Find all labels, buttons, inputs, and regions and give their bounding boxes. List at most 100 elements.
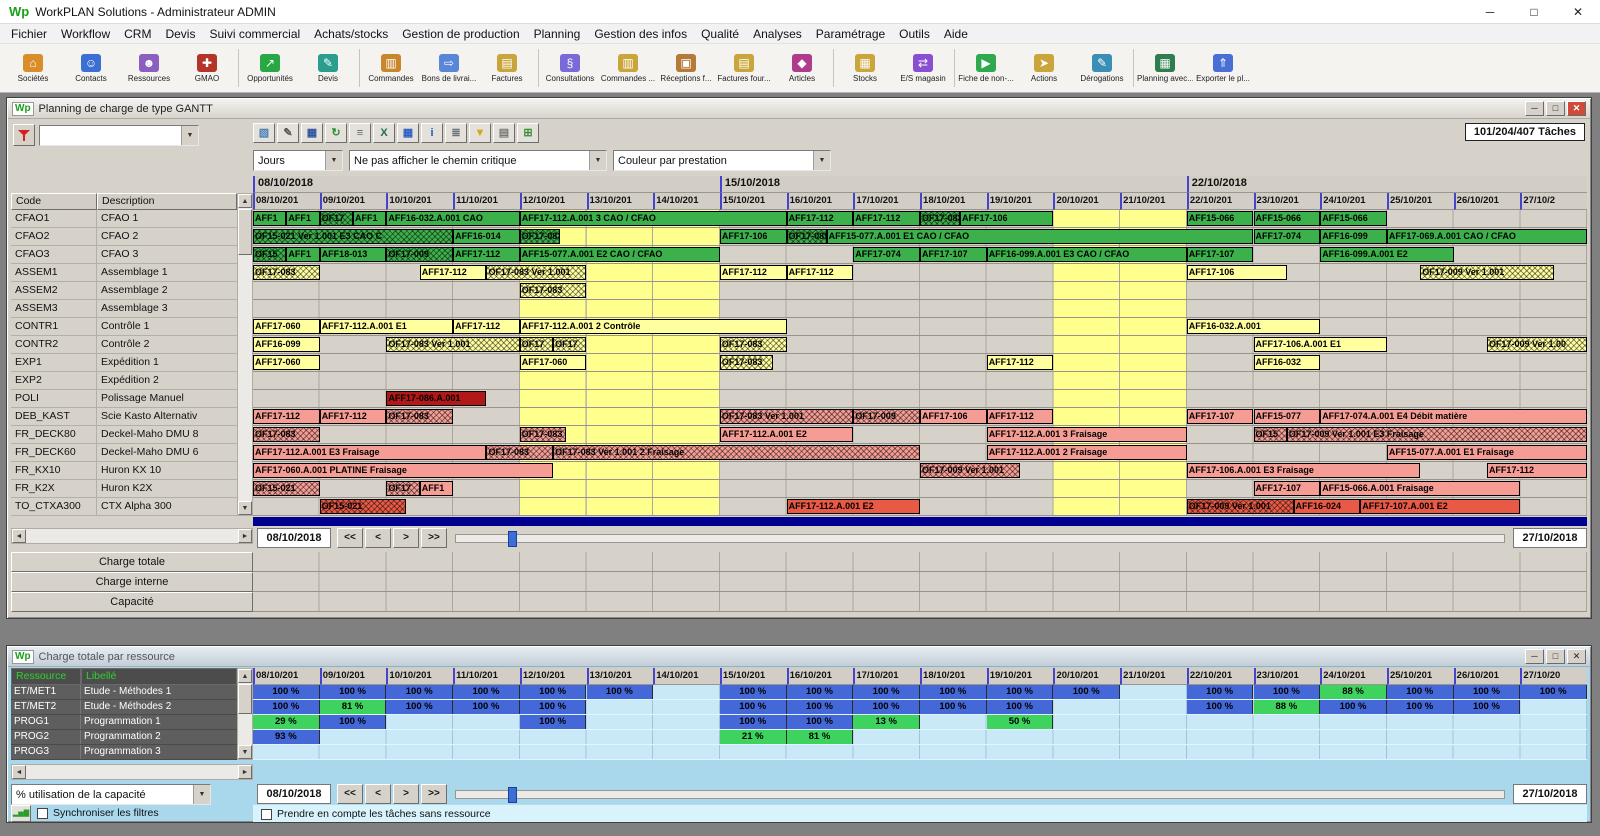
- menu-item-devis[interactable]: Devis: [158, 25, 202, 43]
- gantt-bar[interactable]: AFF16-099: [253, 337, 320, 352]
- gantt-bar[interactable]: AFF17-112.A.001 2 Contrôle: [519, 319, 787, 334]
- toolbar-button-commandes[interactable]: ▥ Commandes ...: [599, 46, 657, 90]
- toolbar-button-bons-de-livrai[interactable]: ⇨ Bons de livrai...: [420, 46, 478, 90]
- gantt-bar[interactable]: AFF17-112: [253, 409, 320, 424]
- menu-item-crm[interactable]: CRM: [117, 25, 158, 43]
- machine-row-contr1[interactable]: CONTR1 Contrôle 1: [11, 318, 237, 336]
- export-image-icon[interactable]: ▧: [253, 123, 275, 143]
- gantt-bar[interactable]: OF17: [553, 337, 587, 352]
- scroll-track[interactable]: [238, 256, 252, 501]
- gantt-bar[interactable]: OF17: [519, 337, 554, 352]
- gantt-bar[interactable]: AFF17-086.A.001: [386, 391, 487, 406]
- toolbar-button-derogations[interactable]: ✎ Dérogations: [1073, 46, 1131, 90]
- machine-row-to-ctxa300[interactable]: TO_CTXA300 CTX Alpha 300: [11, 498, 237, 516]
- machine-row-cfao2[interactable]: CFAO2 CFAO 2: [11, 228, 237, 246]
- gantt-bar[interactable]: AFF16-032: [1253, 355, 1321, 370]
- gantt-bar[interactable]: AFF17-112: [319, 409, 387, 424]
- toolbar-button-actions[interactable]: ➤ Actions: [1015, 46, 1073, 90]
- gantt-bar[interactable]: AFF17-060: [519, 355, 587, 370]
- gantt-bar[interactable]: AFF15-066: [1186, 211, 1254, 226]
- menu-item-aide[interactable]: Aide: [937, 25, 975, 43]
- toolbar-button-societes[interactable]: ⌂ Sociétés: [4, 46, 62, 90]
- gantt-bar[interactable]: AFF15-077.A.001 E1 CAO / CFAO: [826, 229, 1254, 244]
- gantt-bar[interactable]: AFF17-106: [920, 409, 987, 424]
- machine-row-exp1[interactable]: EXP1 Expédition 1: [11, 354, 237, 372]
- charge-button-capacite[interactable]: Capacité: [11, 592, 253, 612]
- machine-row-deb-kast[interactable]: DEB_KAST Scie Kasto Alternativ: [11, 408, 237, 426]
- menu-item-outils[interactable]: Outils: [892, 25, 937, 43]
- gantt-bar[interactable]: AFF16-014: [453, 229, 520, 244]
- scroll-down-icon[interactable]: ▼: [238, 501, 252, 515]
- scroll-right-icon[interactable]: ►: [238, 765, 252, 779]
- gantt-bar[interactable]: AFF17-107: [1186, 409, 1254, 424]
- menu-item-achats-stocks[interactable]: Achats/stocks: [307, 25, 395, 43]
- gantt-timeline-slider[interactable]: [455, 531, 1505, 547]
- gantt-bar[interactable]: OF17: [319, 211, 354, 226]
- description-column-header[interactable]: Description: [97, 193, 237, 210]
- toolbar-button-consultations[interactable]: § Consultations: [541, 46, 599, 90]
- scroll-track[interactable]: [26, 765, 238, 779]
- menu-item-suivi-commercial[interactable]: Suivi commercial: [202, 25, 307, 43]
- gantt-bar[interactable]: AFF17-112: [786, 265, 854, 280]
- gantt-bar[interactable]: AFF17-112.A.001 E2: [719, 427, 854, 442]
- gantt-bar[interactable]: OF17-083 Ver 1.001: [719, 409, 854, 424]
- report-icon[interactable]: ▤: [493, 123, 515, 143]
- toolbar-button-fiche-de-non[interactable]: ▶ Fiche de non-...: [957, 46, 1015, 90]
- machine-row-cfao3[interactable]: CFAO3 CFAO 3: [11, 246, 237, 264]
- resource-minimize-button[interactable]: ─: [1525, 649, 1544, 664]
- sync-filters-checkbox[interactable]: [37, 807, 48, 819]
- gantt-bar[interactable]: AFF17-106.A.001 E3 Fraisage: [1186, 463, 1421, 478]
- gantt-bar[interactable]: OF17-083: [253, 265, 320, 280]
- gantt-nav-prev-button[interactable]: <: [365, 528, 391, 548]
- filter-icon[interactable]: ▼: [469, 123, 491, 143]
- machine-row-cfao1[interactable]: CFAO1 CFAO 1: [11, 210, 237, 228]
- machine-row-assem1[interactable]: ASSEM1 Assemblage 1: [11, 264, 237, 282]
- gantt-nav-next-button[interactable]: >: [393, 528, 419, 548]
- toolbar-button-e-s-magasin[interactable]: ⇄ E/S magasin: [894, 46, 952, 90]
- gantt-close-button[interactable]: ✕: [1567, 101, 1586, 116]
- gantt-bar[interactable]: OF17-009: [386, 247, 454, 262]
- gantt-bar[interactable]: AFF1: [286, 211, 320, 226]
- gantt-bar[interactable]: OF17-009: [853, 409, 920, 424]
- gantt-bar[interactable]: AFF17-074: [853, 247, 920, 262]
- gantt-bar[interactable]: AFF17-107: [1186, 247, 1254, 262]
- app-close-button[interactable]: ✕: [1556, 0, 1600, 23]
- menu-item-analyses[interactable]: Analyses: [746, 25, 809, 43]
- gantt-bar[interactable]: OF17-083: [253, 427, 320, 442]
- planning-settings-icon[interactable]: ⊞: [517, 123, 539, 143]
- chart-mode-button[interactable]: ▂▅▇: [11, 805, 31, 822]
- gantt-bar[interactable]: AFF17-106: [719, 229, 787, 244]
- gantt-bar[interactable]: AFF1: [253, 211, 287, 226]
- gantt-bar[interactable]: AFF17-112: [453, 247, 520, 262]
- info-icon[interactable]: i: [421, 123, 443, 143]
- gantt-nav-last-button[interactable]: >>: [421, 528, 447, 548]
- toolbar-button-articles[interactable]: ◆ Articles: [773, 46, 831, 90]
- toolbar-button-planning-avec[interactable]: ▦ Planning avec...: [1136, 46, 1194, 90]
- machine-row-fr-kx10[interactable]: FR_KX10 Huron KX 10: [11, 462, 237, 480]
- toolbar-button-devis[interactable]: ✎ Devis: [299, 46, 357, 90]
- scroll-thumb[interactable]: [238, 209, 252, 255]
- scroll-down-icon[interactable]: ▼: [238, 745, 252, 759]
- gantt-bar[interactable]: AFF17-112.A.001 2 Fraisage: [986, 445, 1187, 460]
- gantt-bar[interactable]: AFF17-112.A.001 E3 Fraisage: [253, 445, 487, 460]
- gantt-bar[interactable]: OF15-021: [253, 481, 320, 496]
- gantt-bar[interactable]: AFF17-107.A.001 E2: [1360, 499, 1521, 514]
- gantt-bar[interactable]: OF17-009 Ver 1.001: [920, 463, 1021, 478]
- toolbar-button-ressources[interactable]: ☻ Ressources: [120, 46, 178, 90]
- gantt-bar[interactable]: AFF15-066: [1253, 211, 1321, 226]
- gantt-bar[interactable]: OF17-009 Ver 1.00: [1486, 337, 1587, 352]
- gantt-bar[interactable]: OF17-009 Ver 1.001: [1420, 265, 1554, 280]
- gantt-bar[interactable]: AFF15-077.A.001 E1 Fraisage: [1386, 445, 1587, 460]
- gantt-bar[interactable]: AFF1: [286, 247, 320, 262]
- resource-row-et-met2[interactable]: ET/MET2 Etude - Méthodes 2: [11, 700, 237, 715]
- gantt-bar[interactable]: AFF17-112.A.001 E2: [786, 499, 920, 514]
- toolbar-button-contacts[interactable]: ☺ Contacts: [62, 46, 120, 90]
- gantt-bar[interactable]: OF17-083: [519, 283, 587, 298]
- gantt-bar[interactable]: AFF15-066.A.001 Fraisage: [1320, 481, 1521, 496]
- gantt-bar[interactable]: OF17-083: [519, 229, 560, 244]
- machine-row-fr-deck80[interactable]: FR_DECK80 Deckel-Maho DMU 8: [11, 426, 237, 444]
- gantt-bar[interactable]: AFF17-107: [920, 247, 987, 262]
- gantt-bar[interactable]: OF17-083: [519, 427, 567, 442]
- toolbar-button-commandes[interactable]: ▥ Commandes: [362, 46, 420, 90]
- gantt-bar[interactable]: AFF16-099.A.001 E2: [1320, 247, 1454, 262]
